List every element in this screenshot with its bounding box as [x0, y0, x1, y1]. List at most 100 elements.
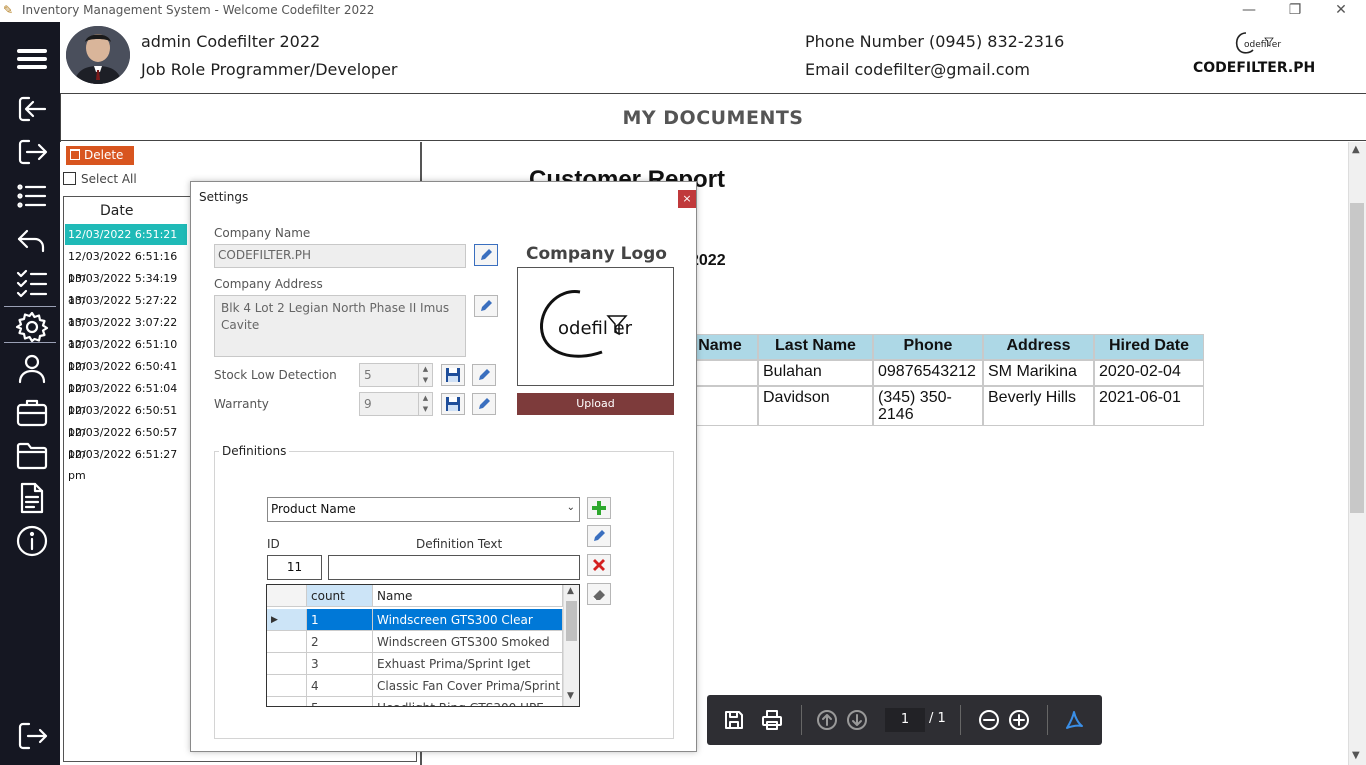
grid-cell-count[interactable]: 3 [307, 653, 373, 675]
select-all-checkbox[interactable] [63, 172, 76, 185]
date-list-item[interactable]: 12/03/2022 6:51:21 pm [65, 224, 187, 262]
list-icon[interactable] [12, 176, 52, 216]
briefcase-icon[interactable] [12, 392, 52, 432]
save-warranty-button[interactable] [441, 393, 465, 415]
trash-icon [70, 149, 80, 160]
grid-cell-name[interactable]: Windscreen GTS300 Smoked [373, 631, 563, 653]
spinner-arrows[interactable]: ▲ ▼ [418, 393, 432, 415]
user-name: admin Codefilter 2022 [141, 32, 321, 51]
save-stock-low-button[interactable] [441, 364, 465, 386]
delete-definition-button[interactable] [587, 554, 611, 576]
edit-company-name-button[interactable] [474, 244, 498, 266]
pencil-icon [479, 369, 490, 380]
zoom-in-icon[interactable] [1004, 705, 1034, 735]
grid-header-count[interactable]: count [307, 585, 373, 607]
document-icon[interactable] [12, 478, 52, 518]
edit-warranty-button[interactable] [472, 393, 496, 415]
company-name-field[interactable]: CODEFILTER.PH [214, 244, 466, 268]
grid-cell-count[interactable]: 2 [307, 631, 373, 653]
delete-button[interactable]: Delete [66, 146, 134, 165]
clear-definition-button[interactable] [587, 583, 611, 605]
upload-button[interactable]: Upload [517, 393, 674, 415]
scroll-down-arrow[interactable]: ▼ [1352, 750, 1360, 761]
date-list-item[interactable]: 12/03/2022 6:51:27 pm [65, 444, 187, 482]
report-cell: (345) 350-2146 [873, 386, 983, 426]
id-field[interactable]: 11 [267, 555, 322, 580]
grid-row-header[interactable] [267, 675, 307, 697]
print-icon[interactable] [757, 705, 787, 735]
user-icon[interactable] [12, 348, 52, 388]
grid-cell-name[interactable]: Classic Fan Cover Prima/Sprint [373, 675, 563, 697]
zoom-out-icon[interactable] [974, 705, 1004, 735]
definition-type-select[interactable]: Product Name ⌄ [267, 497, 580, 522]
definition-text-field[interactable] [328, 555, 580, 580]
edit-stock-low-button[interactable] [472, 364, 496, 386]
folder-icon[interactable] [12, 435, 52, 475]
dialog-close-button[interactable]: × [678, 190, 696, 208]
date-list-item[interactable]: 13/03/2022 5:27:22 am [65, 290, 187, 328]
grid-row-header[interactable] [267, 653, 307, 675]
close-window-button[interactable]: ✕ [1318, 0, 1364, 22]
definition-type-value: Product Name [271, 502, 356, 516]
date-column-header[interactable]: Date [100, 203, 133, 219]
date-list-item[interactable]: 12/03/2022 6:51:10 pm [65, 334, 187, 372]
scroll-up-arrow[interactable]: ▲ [1352, 144, 1360, 155]
page-number-input[interactable]: 1 [885, 708, 925, 732]
warranty-label: Warranty [214, 397, 269, 411]
back-icon[interactable] [12, 89, 52, 129]
document-scroll-thumb[interactable] [1350, 203, 1364, 513]
company-address-field[interactable]: Blk 4 Lot 2 Legian North Phase II Imus C… [214, 295, 466, 357]
pencil-icon [479, 398, 490, 409]
grid-row-header[interactable] [267, 631, 307, 653]
grid-row-header[interactable] [267, 697, 307, 706]
date-list-item[interactable]: 12/03/2022 6:51:04 pm [65, 378, 187, 416]
window-title: Inventory Management System - Welcome Co… [22, 3, 375, 17]
date-list-item[interactable]: 13/03/2022 3:07:22 am [65, 312, 187, 350]
edit-company-address-button[interactable] [474, 295, 498, 317]
toolbar-divider [1047, 705, 1048, 735]
grid-corner [267, 585, 307, 607]
menu-icon[interactable] [12, 39, 52, 79]
minimize-button[interactable]: — [1226, 0, 1272, 22]
date-list-item[interactable]: 12/03/2022 6:50:51 pm [65, 400, 187, 438]
undo-icon[interactable] [12, 220, 52, 260]
definitions-grid: count Name ▶ 1 Windscreen GTS300 Clear 2 Win… [266, 584, 580, 707]
save-icon[interactable] [719, 705, 749, 735]
forward-icon[interactable] [12, 132, 52, 172]
logout-icon[interactable] [12, 716, 52, 756]
grid-row-header[interactable]: ▶ [267, 609, 307, 631]
grid-scroll-up[interactable]: ▲ [567, 586, 574, 596]
grid-scrollbar[interactable]: ▲ ▼ [563, 585, 579, 706]
floppy-icon [446, 368, 460, 382]
grid-cell-name[interactable]: Windscreen GTS300 Clear [373, 609, 563, 631]
stock-low-stepper[interactable]: 5 ▲ ▼ [359, 363, 433, 387]
restore-button[interactable]: ❐ [1272, 0, 1318, 22]
add-definition-button[interactable] [587, 497, 611, 519]
grid-cell-count[interactable]: 1 [307, 609, 373, 631]
select-all[interactable]: Select All [63, 172, 137, 186]
date-list-item[interactable]: 12/03/2022 6:51:16 pm [65, 246, 187, 284]
info-icon[interactable] [12, 521, 52, 561]
date-list-item[interactable]: 13/03/2022 5:34:19 am [65, 268, 187, 306]
svg-text:odefil er: odefil er [1244, 40, 1281, 50]
sidebar-divider [4, 342, 56, 343]
grid-cell-count[interactable]: 5 [307, 697, 373, 706]
grid-cell-count[interactable]: 4 [307, 675, 373, 697]
spinner-arrows[interactable]: ▲ ▼ [418, 364, 432, 386]
date-list-item[interactable]: 12/03/2022 6:50:57 pm [65, 422, 187, 460]
edit-definition-button[interactable] [587, 525, 611, 547]
grid-cell-name[interactable]: Headlight Ring GTS300 HPE [373, 697, 563, 706]
date-list-item[interactable]: 12/03/2022 6:50:41 pm [65, 356, 187, 394]
grid-scroll-thumb[interactable] [566, 601, 577, 641]
grid-scroll-down[interactable]: ▼ [567, 691, 574, 701]
grid-cell-name[interactable]: Exhuast Prima/Sprint Iget [373, 653, 563, 675]
page-up-icon[interactable] [812, 705, 842, 735]
select-all-label: Select All [81, 172, 137, 186]
warranty-stepper[interactable]: 9 ▲ ▼ [359, 392, 433, 416]
user-role: Job Role Programmer/Developer [141, 60, 398, 79]
checklist-icon[interactable] [12, 263, 52, 303]
grid-header-name[interactable]: Name [373, 585, 563, 607]
acrobat-icon[interactable] [1059, 705, 1089, 735]
settings-icon[interactable] [12, 307, 52, 347]
page-down-icon[interactable] [842, 705, 872, 735]
